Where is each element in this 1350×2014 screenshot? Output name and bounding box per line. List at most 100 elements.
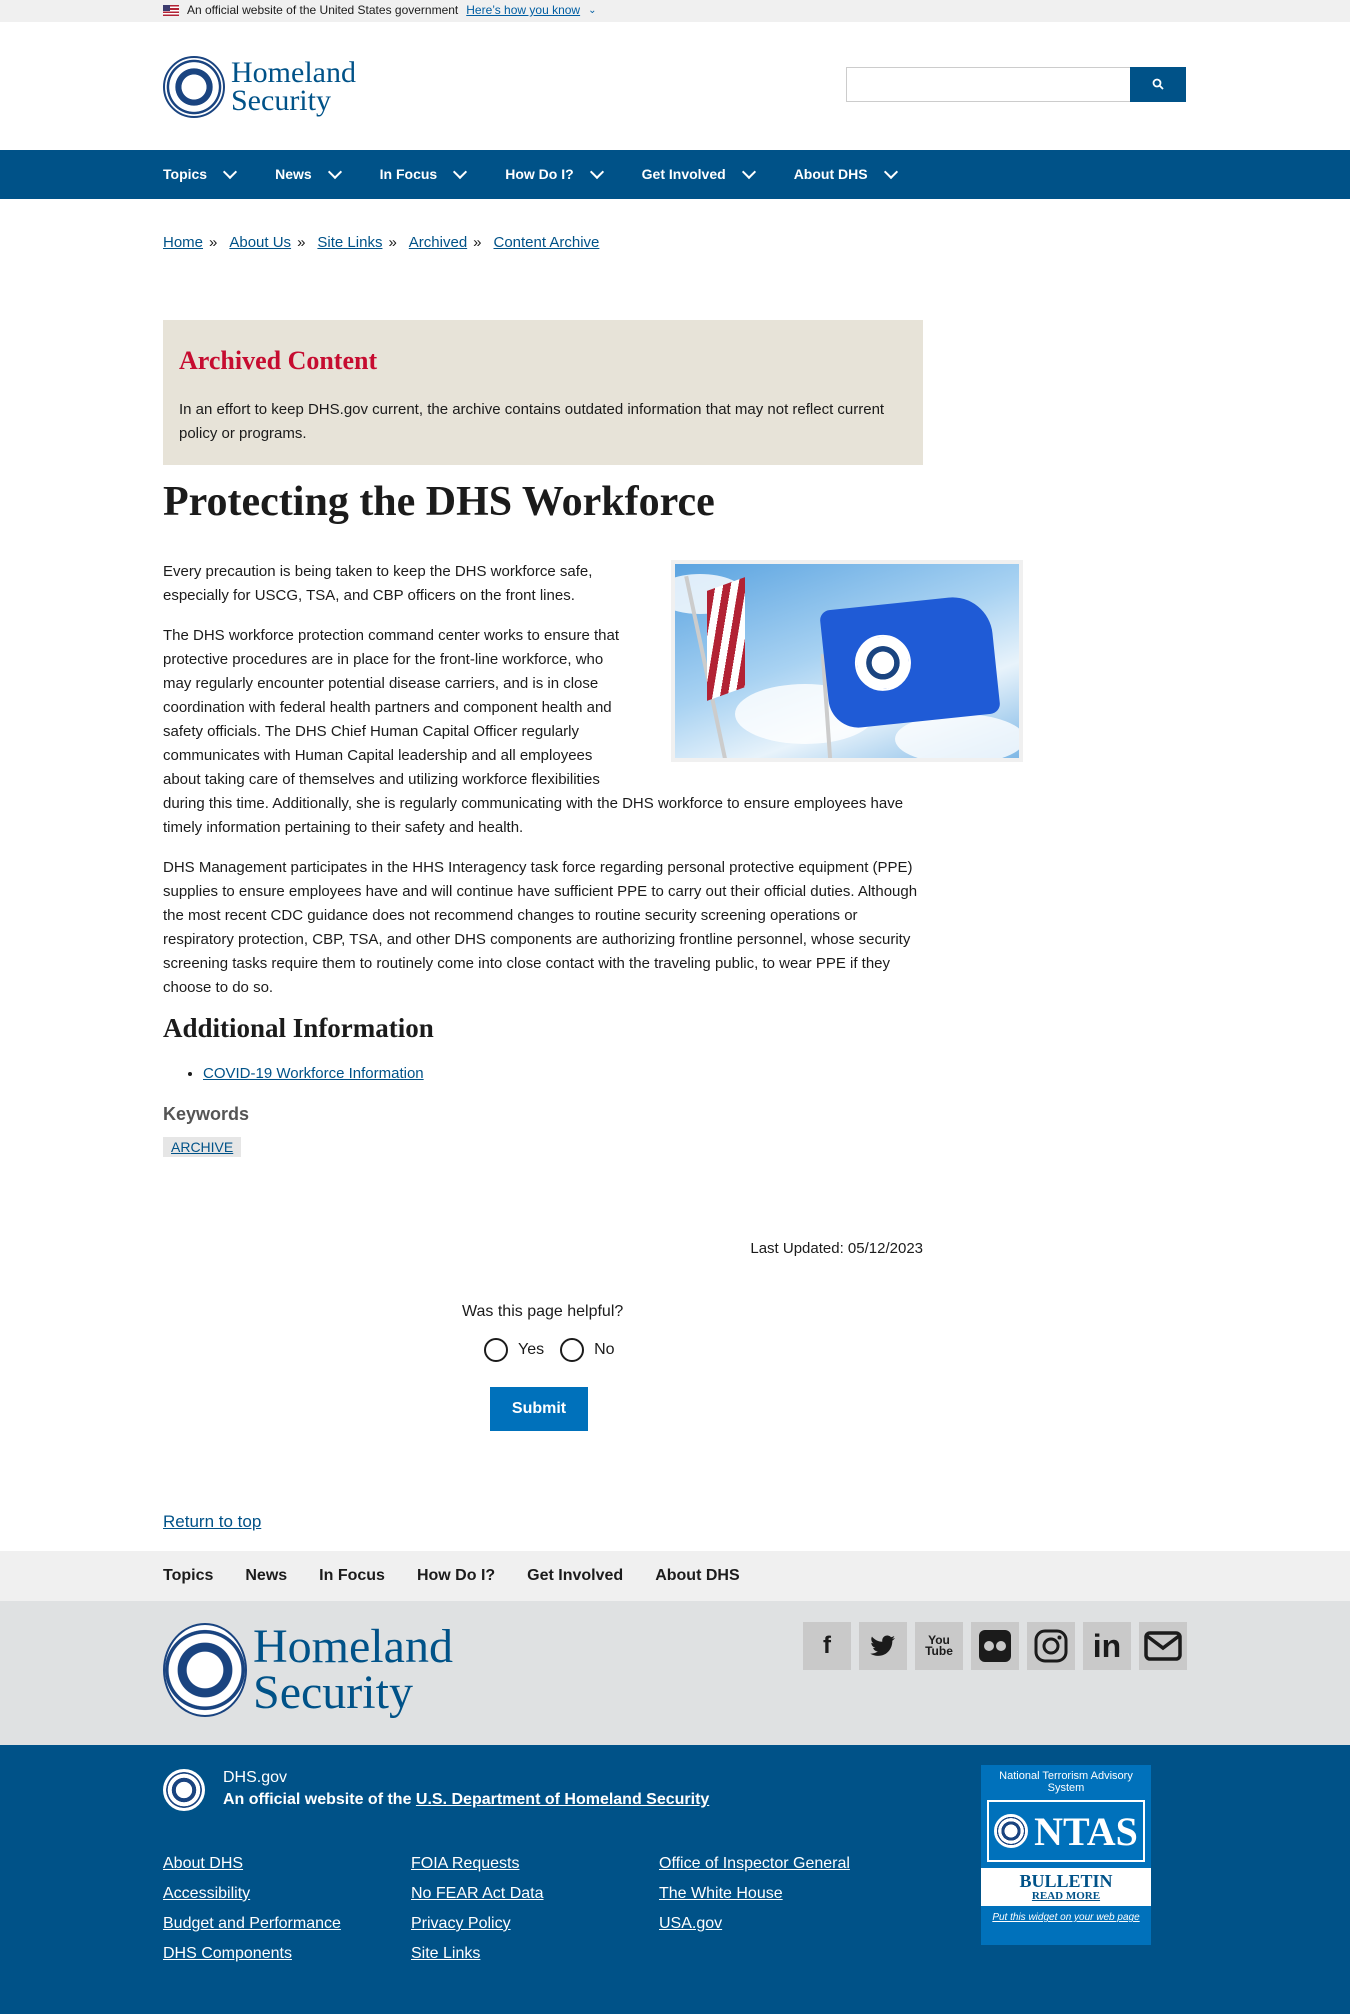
footer-nav: Topics News In Focus How Do I? Get Invol… bbox=[0, 1551, 1350, 1601]
chevron-down-icon bbox=[589, 164, 604, 179]
footer-link-site-links[interactable]: Site Links bbox=[411, 1939, 659, 1969]
dhs-seal-icon bbox=[994, 1814, 1029, 1848]
footer-link-about-dhs[interactable]: About DHS bbox=[163, 1849, 411, 1879]
breadcrumb-home[interactable]: Home bbox=[163, 234, 203, 251]
us-flag-image bbox=[707, 577, 745, 701]
no-label: No bbox=[594, 1341, 615, 1358]
footer-nav-in-focus[interactable]: In Focus bbox=[319, 1551, 385, 1601]
footer-link-privacy[interactable]: Privacy Policy bbox=[411, 1909, 659, 1939]
footer-link-accessibility[interactable]: Accessibility bbox=[163, 1879, 411, 1909]
dhs-department-link[interactable]: U.S. Department of Homeland Security bbox=[416, 1791, 709, 1808]
footer-link-components[interactable]: DHS Components bbox=[163, 1939, 411, 1969]
breadcrumb-content-archive[interactable]: Content Archive bbox=[494, 234, 600, 251]
nav-item-topics[interactable]: Topics bbox=[163, 150, 241, 199]
main-nav: Topics News In Focus How Do I? Get Invol… bbox=[0, 150, 1350, 199]
ntas-widget-link[interactable]: Put this widget on your web page bbox=[981, 1906, 1151, 1929]
footer-nav-about-dhs[interactable]: About DHS bbox=[655, 1551, 739, 1601]
footer-logo-line2: Security bbox=[253, 1666, 413, 1719]
feedback-question: Was this page helpful? bbox=[462, 1303, 624, 1320]
feedback-options: Yes No bbox=[484, 1338, 615, 1362]
how-you-know-link[interactable]: Here’s how you know bbox=[466, 3, 580, 17]
additional-info-heading: Additional Information bbox=[163, 1013, 434, 1043]
archived-heading: Archived Content bbox=[179, 346, 378, 375]
page-title: Protecting the DHS Workforce bbox=[163, 479, 715, 525]
footer-link-white-house[interactable]: The White House bbox=[659, 1879, 907, 1909]
dhs-logo[interactable]: Homeland Security bbox=[163, 56, 356, 118]
search-input[interactable] bbox=[846, 67, 1130, 102]
dhs-seal-icon bbox=[163, 1623, 247, 1717]
footer-link-no-fear[interactable]: No FEAR Act Data bbox=[411, 1879, 659, 1909]
footer-nav-news[interactable]: News bbox=[245, 1551, 287, 1601]
dhs-flag-image bbox=[819, 593, 1001, 731]
footer-domain: DHS.gov bbox=[223, 1769, 288, 1786]
no-radio[interactable] bbox=[560, 1338, 585, 1362]
site-footer: DHS.gov An official website of the U.S. … bbox=[0, 1745, 1350, 2014]
footer-link-oig[interactable]: Office of Inspector General bbox=[659, 1849, 907, 1879]
nav-item-about-dhs[interactable]: About DHS bbox=[794, 150, 902, 199]
last-updated: Last Updated: 05/12/2023 bbox=[750, 1240, 923, 1257]
gov-banner: An official website of the United States… bbox=[0, 0, 1350, 22]
chevron-down-icon: ⌄ bbox=[588, 4, 597, 16]
paragraph-3: DHS Management participates in the HHS I… bbox=[163, 859, 918, 996]
footer-link-foia[interactable]: FOIA Requests bbox=[411, 1849, 659, 1879]
us-flag-icon bbox=[163, 4, 179, 16]
dhs-seal-icon bbox=[163, 56, 225, 118]
search-icon bbox=[1152, 78, 1164, 90]
breadcrumb-about-us[interactable]: About Us bbox=[229, 234, 291, 251]
gov-banner-text: An official website of the United States… bbox=[187, 3, 459, 17]
main-content: Every precaution is being taken to keep … bbox=[163, 560, 1023, 1160]
submit-button[interactable]: Submit bbox=[490, 1387, 588, 1431]
nav-item-in-focus[interactable]: In Focus bbox=[380, 150, 472, 199]
ntas-logo: NTAS bbox=[987, 1800, 1145, 1862]
footer-identity: DHS.gov An official website of the U.S. … bbox=[163, 1769, 709, 1811]
flickr-icon[interactable] bbox=[971, 1622, 1019, 1670]
linkedin-icon[interactable]: in bbox=[1083, 1622, 1131, 1670]
additional-info-list: COVID-19 Workforce Information bbox=[203, 1062, 923, 1086]
footer-nav-get-involved[interactable]: Get Involved bbox=[527, 1551, 623, 1601]
ntas-bulletin[interactable]: BULLETIN READ MORE bbox=[981, 1868, 1151, 1906]
archived-text: In an effort to keep DHS.gov current, th… bbox=[179, 401, 885, 442]
footer-dhs-logo[interactable]: Homeland Security bbox=[163, 1623, 453, 1717]
dhs-seal-icon bbox=[163, 1769, 205, 1811]
site-header: Homeland Security bbox=[0, 22, 1350, 150]
keyword-archive-link[interactable]: ARCHIVE bbox=[171, 1139, 233, 1155]
flags-image bbox=[671, 560, 1023, 762]
breadcrumb-site-links[interactable]: Site Links bbox=[317, 234, 382, 251]
keyword-tag: ARCHIVE bbox=[163, 1137, 242, 1157]
footer-nav-how-do-i[interactable]: How Do I? bbox=[417, 1551, 495, 1601]
nav-item-how-do-i[interactable]: How Do I? bbox=[505, 150, 607, 199]
footer-links: About DHS Accessibility Budget and Perfo… bbox=[163, 1849, 907, 1969]
list-item: COVID-19 Workforce Information bbox=[203, 1062, 923, 1086]
yes-radio[interactable] bbox=[484, 1338, 508, 1362]
breadcrumb-archived[interactable]: Archived bbox=[409, 234, 467, 251]
email-icon[interactable] bbox=[1139, 1622, 1187, 1670]
breadcrumb: Home» About Us» Site Links» Archived» Co… bbox=[163, 234, 600, 251]
logo-line2: Security bbox=[231, 84, 331, 117]
youtube-icon[interactable]: You Tube bbox=[915, 1622, 963, 1670]
chevron-down-icon bbox=[223, 164, 238, 179]
footer-link-budget[interactable]: Budget and Performance bbox=[163, 1909, 411, 1939]
instagram-icon[interactable] bbox=[1027, 1622, 1075, 1670]
ntas-title: National Terrorism Advisory System bbox=[999, 1770, 1133, 1794]
logo-line1: Homeland bbox=[231, 55, 356, 89]
keywords: Keywords ARCHIVE bbox=[163, 1102, 923, 1160]
return-to-top-link[interactable]: Return to top bbox=[163, 1512, 261, 1532]
footer-nav-topics[interactable]: Topics bbox=[163, 1551, 213, 1601]
search-button[interactable] bbox=[1130, 67, 1186, 102]
nav-item-news[interactable]: News bbox=[275, 150, 346, 199]
facebook-icon[interactable]: f bbox=[803, 1622, 851, 1670]
yes-label: Yes bbox=[518, 1341, 545, 1358]
chevron-down-icon bbox=[741, 164, 756, 179]
footer-link-usagov[interactable]: USA.gov bbox=[659, 1909, 907, 1939]
chevron-down-icon bbox=[883, 164, 898, 179]
social-links: f You Tube in bbox=[803, 1622, 1187, 1670]
twitter-icon[interactable] bbox=[859, 1622, 907, 1670]
keywords-heading: Keywords bbox=[163, 1104, 250, 1124]
ntas-widget[interactable]: National Terrorism Advisory System NTAS … bbox=[981, 1765, 1151, 1945]
chevron-down-icon bbox=[453, 164, 468, 179]
footer-logo-line1: Homeland bbox=[253, 1620, 453, 1674]
covid-workforce-link[interactable]: COVID-19 Workforce Information bbox=[203, 1065, 424, 1082]
footer-official-prefix: An official website of the bbox=[223, 1791, 412, 1808]
nav-item-get-involved[interactable]: Get Involved bbox=[642, 150, 760, 199]
footer-logo-area: Homeland Security f You Tube in bbox=[0, 1601, 1350, 1745]
